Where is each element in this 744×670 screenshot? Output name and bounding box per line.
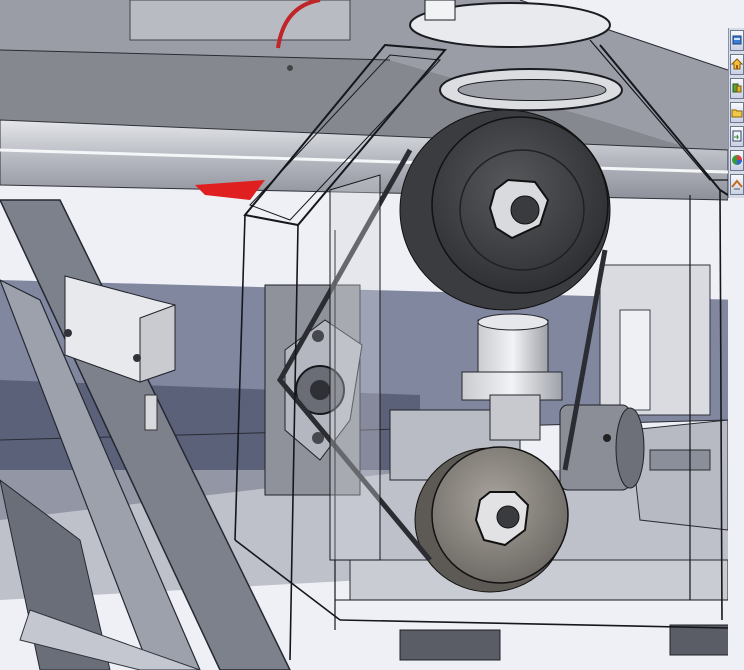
file-explorer-icon[interactable] — [730, 102, 744, 123]
assembly-model — [0, 0, 728, 670]
design-library-icon[interactable] — [730, 78, 744, 99]
sw-resources-icon[interactable] — [730, 30, 744, 51]
custom-properties-icon[interactable] — [730, 174, 744, 195]
home-icon[interactable] — [730, 54, 744, 75]
task-pane-tabs — [728, 28, 744, 198]
cad-graphics-area[interactable] — [0, 0, 728, 670]
upper-pulley — [399, 109, 611, 311]
appearances-icon[interactable] — [730, 150, 744, 171]
view-palette-icon[interactable] — [730, 126, 744, 147]
